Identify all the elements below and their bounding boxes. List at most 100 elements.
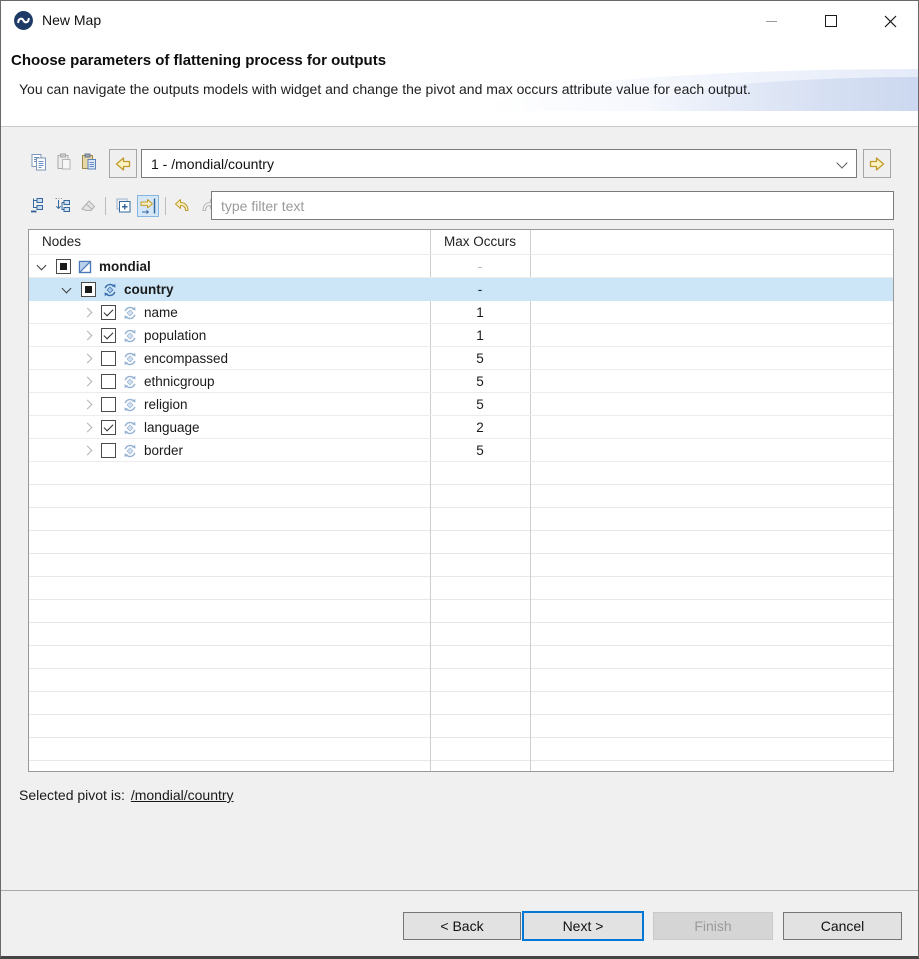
back-button[interactable]: < Back — [403, 912, 521, 940]
checkbox[interactable] — [101, 420, 116, 435]
expander-icon[interactable] — [80, 375, 94, 389]
expander-icon[interactable] — [80, 421, 94, 435]
max-occurs-value[interactable]: 1 — [430, 324, 530, 347]
output-selector-value: 1 - /mondial/country — [151, 156, 274, 172]
tree-row-label: religion — [144, 397, 188, 412]
max-occurs-value[interactable]: 2 — [430, 416, 530, 439]
checkbox[interactable] — [56, 259, 71, 274]
page-title: Choose parameters of flattening process … — [11, 52, 386, 69]
checkbox[interactable] — [101, 305, 116, 320]
expander-icon[interactable] — [80, 444, 94, 458]
pivot-status: Selected pivot is: /mondial/country — [19, 787, 234, 803]
element-icon — [122, 328, 138, 344]
max-occurs-value[interactable]: 5 — [430, 393, 530, 416]
paste-structure-icon[interactable] — [79, 152, 99, 172]
column-header-max-occurs[interactable]: Max Occurs — [430, 234, 530, 249]
tree-row-label: border — [144, 443, 183, 458]
tree-row-label: encompassed — [144, 351, 228, 366]
checkbox[interactable] — [101, 397, 116, 412]
minimize-button[interactable] — [748, 1, 794, 41]
next-output-button[interactable] — [863, 149, 891, 178]
paste-icon[interactable] — [54, 152, 74, 172]
table-header: Nodes Max Occurs — [29, 230, 893, 255]
page-description: You can navigate the outputs models with… — [19, 80, 769, 98]
expander-icon[interactable] — [80, 306, 94, 320]
toolbar-separator — [105, 197, 106, 215]
clipboard-toolbar — [29, 152, 99, 172]
close-button[interactable] — [867, 1, 913, 41]
checkbox[interactable] — [101, 374, 116, 389]
max-occurs-value[interactable]: 1 — [430, 301, 530, 324]
tree-row-border[interactable]: border 5 — [29, 439, 893, 462]
element-icon — [122, 351, 138, 367]
pivot-link[interactable]: /mondial/country — [131, 787, 234, 803]
output-selector-combobox[interactable]: 1 - /mondial/country — [141, 149, 857, 178]
next-output-arrow-icon — [867, 154, 887, 174]
tree-row-name[interactable]: name 1 — [29, 301, 893, 324]
element-icon — [122, 305, 138, 321]
sync-selection-icon — [138, 196, 158, 216]
copy-icon[interactable] — [29, 152, 49, 172]
pivot-label: Selected pivot is: — [19, 787, 125, 803]
new-map-dialog: New Map Choose parameters of flattening … — [0, 0, 919, 959]
chevron-down-icon — [838, 159, 847, 168]
collapse-all-icon[interactable] — [27, 195, 49, 217]
element-icon — [122, 397, 138, 413]
tree-row-label: language — [144, 420, 200, 435]
max-occurs-value[interactable]: - — [430, 255, 530, 278]
tree-row-mondial[interactable]: mondial - — [29, 255, 893, 278]
finish-button[interactable]: Finish — [653, 912, 773, 940]
app-icon — [13, 10, 34, 31]
checkbox[interactable] — [101, 443, 116, 458]
nodes-tree-table: Nodes Max Occurs mondial - — [28, 229, 894, 772]
column-header-nodes[interactable]: Nodes — [42, 234, 81, 249]
title-bar: New Map — [1, 1, 918, 41]
expand-node-icon[interactable] — [112, 195, 134, 217]
filter-input[interactable] — [211, 191, 894, 220]
element-icon — [122, 443, 138, 459]
minimize-icon — [766, 21, 777, 22]
wizard-header: Choose parameters of flattening process … — [1, 41, 918, 127]
element-icon — [122, 420, 138, 436]
undo-icon[interactable] — [172, 195, 194, 217]
expander-icon[interactable] — [60, 283, 74, 297]
cancel-button[interactable]: Cancel — [783, 912, 902, 940]
checkbox[interactable] — [101, 328, 116, 343]
tree-row-label: country — [124, 282, 174, 297]
button-bar-divider — [1, 890, 918, 891]
expander-icon[interactable] — [80, 352, 94, 366]
previous-output-arrow-icon — [113, 154, 133, 174]
tree-row-country[interactable]: country - — [29, 278, 893, 301]
toolbar-separator — [165, 197, 166, 215]
empty-rows-area — [29, 462, 893, 771]
tree-row-label: ethnicgroup — [144, 374, 215, 389]
next-button[interactable]: Next > — [522, 911, 644, 941]
max-occurs-value[interactable]: - — [430, 278, 530, 301]
checkbox[interactable] — [101, 351, 116, 366]
maximize-button[interactable] — [808, 1, 854, 41]
tree-row-religion[interactable]: religion 5 — [29, 393, 893, 416]
schema-icon — [77, 259, 93, 275]
tree-row-language[interactable]: language 2 — [29, 416, 893, 439]
maximize-icon — [825, 15, 837, 27]
expander-icon[interactable] — [35, 260, 49, 274]
expander-icon[interactable] — [80, 329, 94, 343]
max-occurs-value[interactable]: 5 — [430, 370, 530, 393]
tree-row-population[interactable]: population 1 — [29, 324, 893, 347]
previous-output-button[interactable] — [109, 149, 137, 178]
eraser-icon[interactable] — [77, 195, 99, 217]
element-icon — [122, 374, 138, 390]
tree-row-ethnicgroup[interactable]: ethnicgroup 5 — [29, 370, 893, 393]
sync-selection-toggle[interactable] — [137, 195, 159, 217]
max-occurs-value[interactable]: 5 — [430, 439, 530, 462]
pivot-element-icon — [102, 282, 118, 298]
max-occurs-value[interactable]: 5 — [430, 347, 530, 370]
checkbox[interactable] — [81, 282, 96, 297]
tree-row-label: population — [144, 328, 206, 343]
window-title: New Map — [42, 12, 101, 28]
tree-toolbar — [27, 192, 219, 219]
expander-icon[interactable] — [80, 398, 94, 412]
tree-row-label: mondial — [99, 259, 151, 274]
tree-row-encompassed[interactable]: encompassed 5 — [29, 347, 893, 370]
expand-all-icon[interactable] — [52, 195, 74, 217]
